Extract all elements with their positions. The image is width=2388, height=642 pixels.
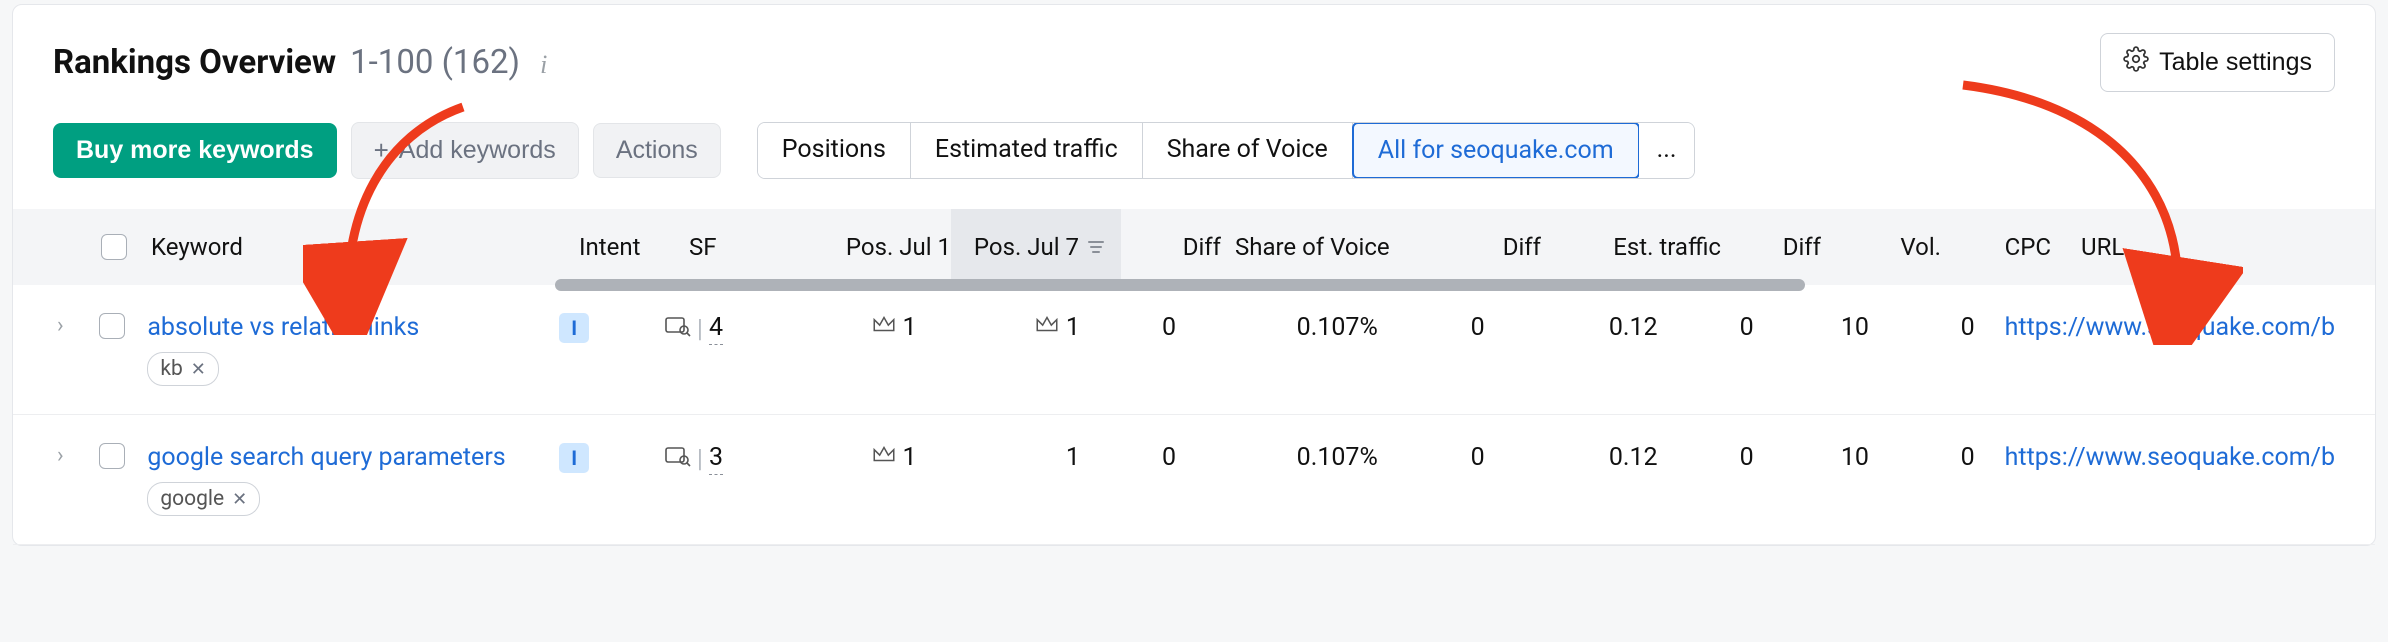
diff-sov: 0 xyxy=(1408,313,1485,342)
title-range: 1-100 (162) xyxy=(350,43,520,82)
col-intent[interactable]: Intent xyxy=(579,233,689,261)
crown-icon xyxy=(1034,313,1060,342)
volume: 10 xyxy=(1754,443,1869,472)
info-icon[interactable]: i xyxy=(534,50,547,80)
col-url[interactable]: URL xyxy=(2051,233,2335,261)
diff-est: 0 xyxy=(1658,443,1754,472)
gear-icon xyxy=(2123,46,2149,79)
sf-count[interactable]: 3 xyxy=(709,443,723,475)
tab-estimated-traffic[interactable]: Estimated traffic xyxy=(911,123,1143,178)
page-title: Rankings Overview xyxy=(53,43,336,82)
row-checkbox[interactable] xyxy=(99,443,125,469)
metric-tabs: Positions Estimated traffic Share of Voi… xyxy=(757,122,1696,179)
keyword-link[interactable]: absolute vs relative links xyxy=(147,313,419,342)
crown-icon xyxy=(871,443,897,472)
col-diff-pos[interactable]: Diff xyxy=(1121,233,1221,261)
tab-positions[interactable]: Positions xyxy=(758,123,911,178)
pos-jul1: 1 xyxy=(772,443,916,472)
keyword-link[interactable]: google search query parameters xyxy=(147,443,505,472)
col-sf[interactable]: SF xyxy=(689,233,801,261)
sort-icon xyxy=(1087,233,1105,261)
remove-tag-icon[interactable]: ✕ xyxy=(232,489,247,510)
tab-more[interactable]: ... xyxy=(1639,123,1695,178)
page-title-wrap: Rankings Overview 1-100 (162) i xyxy=(53,43,547,82)
col-diff-est[interactable]: Diff xyxy=(1721,233,1821,261)
col-pos-jul7[interactable]: Pos. Jul 7 xyxy=(951,209,1121,285)
diff-pos: 0 xyxy=(1080,443,1176,472)
row-checkbox[interactable] xyxy=(99,313,125,339)
tab-all-for-domain[interactable]: All for seoquake.com xyxy=(1352,122,1640,179)
est-traffic: 0.12 xyxy=(1485,443,1658,472)
cpc: 0 xyxy=(1869,443,1975,472)
diff-sov: 0 xyxy=(1408,443,1485,472)
table-settings-button[interactable]: Table settings xyxy=(2100,33,2335,92)
diff-pos: 0 xyxy=(1080,313,1176,342)
url-link[interactable]: https://www.seoquake.com/b xyxy=(2005,313,2335,342)
table-header: Keyword Intent SF Pos. Jul 1 Pos. Jul 7 … xyxy=(13,209,2375,285)
table-row: › google search query parameters google … xyxy=(13,415,2375,545)
url-link[interactable]: https://www.seoquake.com/b xyxy=(2005,443,2335,472)
chevron-right-icon[interactable]: › xyxy=(57,313,64,338)
col-share-of-voice[interactable]: Share of Voice xyxy=(1221,233,1461,261)
diff-est: 0 xyxy=(1658,313,1754,342)
pos-jul1: 1 xyxy=(772,313,916,342)
add-keywords-button[interactable]: + Add keywords xyxy=(351,122,579,179)
serp-features-icon[interactable] xyxy=(665,445,691,474)
col-diff-sov[interactable]: Diff xyxy=(1461,233,1541,261)
serp-features-icon[interactable] xyxy=(665,315,691,344)
col-pos-jul1[interactable]: Pos. Jul 1 xyxy=(801,233,951,261)
table-settings-label: Table settings xyxy=(2159,48,2312,77)
col-keyword[interactable]: Keyword xyxy=(151,233,579,261)
sf-count[interactable]: 4 xyxy=(709,313,723,345)
keyword-tag[interactable]: google ✕ xyxy=(147,482,260,516)
col-volume[interactable]: Vol. xyxy=(1821,233,1941,261)
volume: 10 xyxy=(1754,313,1869,342)
tab-share-of-voice[interactable]: Share of Voice xyxy=(1143,123,1353,178)
table-row: › absolute vs relative links kb ✕ I | 4 … xyxy=(13,285,2375,415)
col-cpc[interactable]: CPC xyxy=(1941,233,2051,261)
share-of-voice: 0.107% xyxy=(1176,313,1408,342)
plus-icon: + xyxy=(374,135,389,166)
chevron-right-icon[interactable]: › xyxy=(57,443,64,468)
remove-tag-icon[interactable]: ✕ xyxy=(191,359,206,380)
col-est-traffic[interactable]: Est. traffic xyxy=(1541,233,1721,261)
crown-icon xyxy=(871,313,897,342)
est-traffic: 0.12 xyxy=(1485,313,1658,342)
pos-jul7: 1 xyxy=(917,313,1080,342)
keyword-tag[interactable]: kb ✕ xyxy=(147,352,219,386)
share-of-voice: 0.107% xyxy=(1176,443,1408,472)
intent-badge: I xyxy=(559,443,589,473)
actions-button[interactable]: Actions xyxy=(593,123,721,178)
intent-badge: I xyxy=(559,313,589,343)
pos-jul7: 1 xyxy=(917,443,1080,472)
select-all-checkbox[interactable] xyxy=(101,234,127,260)
cpc: 0 xyxy=(1869,313,1975,342)
buy-keywords-button[interactable]: Buy more keywords xyxy=(53,123,337,178)
